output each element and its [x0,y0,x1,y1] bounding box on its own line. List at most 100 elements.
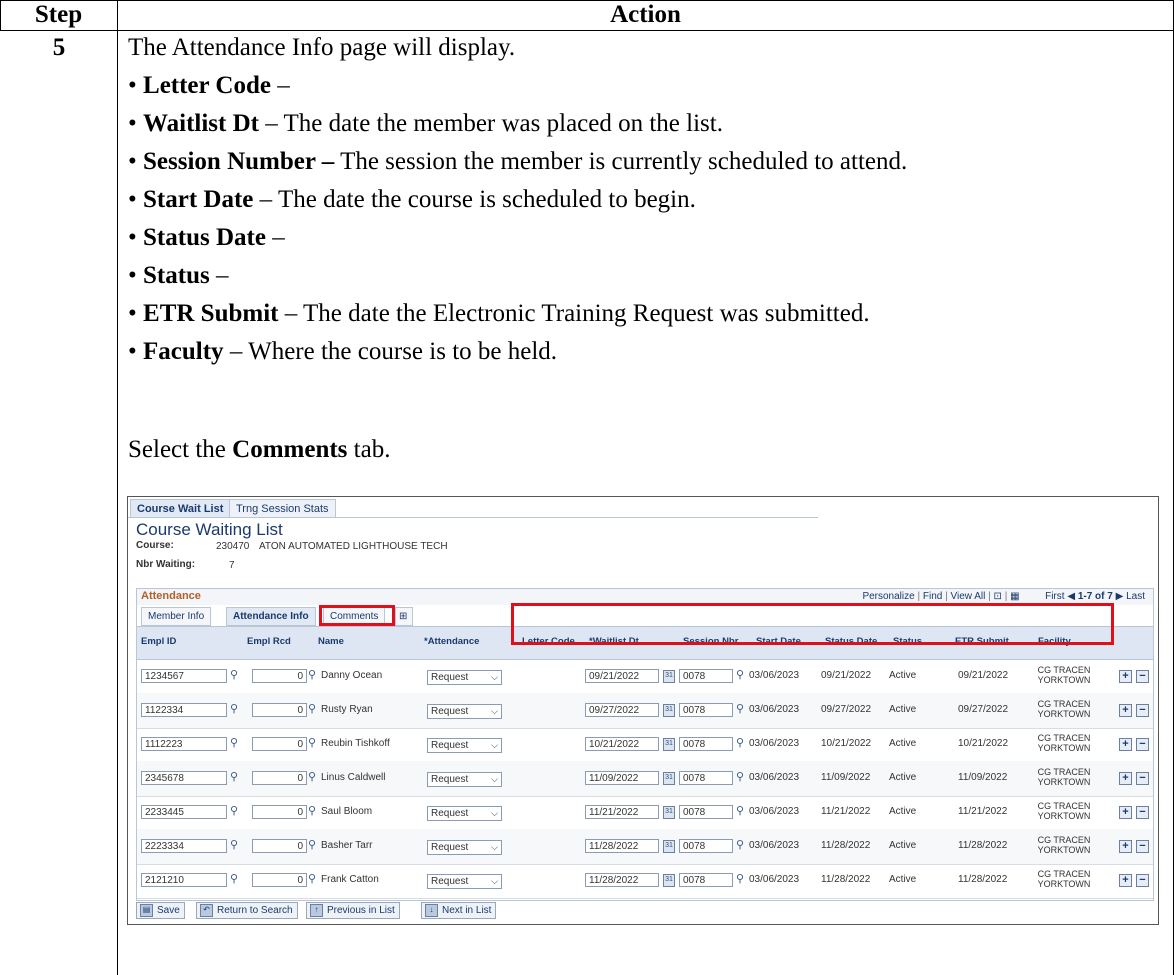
add-row-icon[interactable]: + [1119,738,1132,751]
calendar-icon[interactable]: 31 [663,670,675,683]
attendance-select[interactable]: Request ⌵ [427,704,502,719]
empl-id-field[interactable]: 2121210 [141,873,227,887]
tab-attendance-info[interactable]: Attendance Info [226,607,316,626]
delete-row-icon[interactable]: − [1136,840,1149,853]
session-nbr-field[interactable]: 0078 [679,703,733,717]
session-nbr-field[interactable]: 0078 [679,669,733,683]
empl-rcd-field[interactable]: 0 [252,737,307,751]
search-icon[interactable]: ⚲ [230,668,238,681]
waitlist-date-field[interactable]: 11/09/2022 [585,771,659,785]
add-row-icon[interactable]: + [1119,840,1132,853]
column-header: Empl ID [141,636,177,647]
tab-member-info[interactable]: Member Info [141,607,212,626]
empl-rcd-field[interactable]: 0 [252,873,307,887]
waitlist-date-field[interactable]: 11/21/2022 [585,805,659,819]
personalize-link[interactable]: Personalize [862,591,914,602]
add-row-icon[interactable]: + [1119,874,1132,887]
add-row-icon[interactable]: + [1119,806,1132,819]
add-row-icon[interactable]: + [1119,772,1132,785]
search-icon[interactable]: ⚲ [230,872,238,885]
attendance-select[interactable]: Request ⌵ [427,806,502,821]
delete-row-icon[interactable]: − [1136,670,1149,683]
zoom-icon[interactable]: ⊡ [994,591,1002,602]
start-date-text: 03/06/2023 [749,806,800,817]
calendar-icon[interactable]: 31 [663,874,675,887]
waitlist-date-field[interactable]: 11/28/2022 [585,839,659,853]
tab-course-wait-list[interactable]: Course Wait List [130,499,231,518]
empl-rcd-field[interactable]: 0 [252,669,307,683]
empl-id-field[interactable]: 2233445 [141,805,227,819]
attendance-select[interactable]: Request ⌵ [427,772,502,787]
calendar-icon[interactable]: 31 [663,772,675,785]
search-icon[interactable]: ⚲ [230,838,238,851]
save-button[interactable]: ▤ Save [136,902,185,919]
find-link[interactable]: Find [923,591,942,602]
search-icon[interactable]: ⚲ [736,668,744,681]
name-text: Reubin Tishkoff [321,738,390,749]
start-date-text: 03/06/2023 [749,738,800,749]
delete-row-icon[interactable]: − [1136,806,1149,819]
search-icon[interactable]: ⚲ [308,702,316,715]
view-all-link[interactable]: View All [951,591,986,602]
empl-id-field[interactable]: 2223334 [141,839,227,853]
empl-id-field[interactable]: 1112223 [141,737,227,751]
search-icon[interactable]: ⚲ [230,736,238,749]
search-icon[interactable]: ⚲ [230,804,238,817]
search-icon[interactable]: ⚲ [230,702,238,715]
next-in-list-button[interactable]: ↓ Next in List [421,902,497,919]
search-icon[interactable]: ⚲ [308,668,316,681]
calendar-icon[interactable]: 31 [663,840,675,853]
search-icon[interactable]: ⚲ [308,838,316,851]
attendance-select[interactable]: Request ⌵ [427,840,502,855]
session-nbr-field[interactable]: 0078 [679,873,733,887]
empl-rcd-field[interactable]: 0 [252,839,307,853]
delete-row-icon[interactable]: − [1136,738,1149,751]
facility-text: CG TRACEN YORKTOWN [1037,835,1091,855]
waitlist-date-field[interactable]: 10/21/2022 [585,737,659,751]
calendar-icon[interactable]: 31 [663,704,675,717]
search-icon[interactable]: ⚲ [230,770,238,783]
session-nbr-field[interactable]: 0078 [679,737,733,751]
delete-row-icon[interactable]: − [1136,704,1149,717]
add-row-icon[interactable]: + [1119,670,1132,683]
attendance-select[interactable]: Request ⌵ [427,738,502,753]
empl-rcd-field[interactable]: 0 [252,703,307,717]
session-nbr-field[interactable]: 0078 [679,805,733,819]
search-icon[interactable]: ⚲ [308,804,316,817]
waitlist-date-field[interactable]: 09/27/2022 [585,703,659,717]
search-icon[interactable]: ⚲ [736,736,744,749]
previous-arrow-icon[interactable]: ◀ [1067,591,1075,602]
session-nbr-field[interactable]: 0078 [679,771,733,785]
etr-submit-text: 11/09/2022 [958,772,1008,783]
return-to-search-button[interactable]: ↶ Return to Search [196,902,298,919]
search-icon[interactable]: ⚲ [736,770,744,783]
next-arrow-icon[interactable]: ▶ [1116,591,1124,602]
download-icon[interactable]: ▦ [1010,591,1019,602]
delete-row-icon[interactable]: − [1136,772,1149,785]
session-nbr-field[interactable]: 0078 [679,839,733,853]
search-icon[interactable]: ⚲ [736,702,744,715]
attendance-select[interactable]: Request ⌵ [427,670,502,685]
waitlist-date-field[interactable]: 11/28/2022 [585,873,659,887]
search-icon[interactable]: ⚲ [308,736,316,749]
add-row-icon[interactable]: + [1119,704,1132,717]
previous-in-list-button[interactable]: ↑ Previous in List [306,902,400,919]
show-all-columns-icon[interactable]: ⊞ [395,607,413,626]
tab-trng-session-stats[interactable]: Trng Session Stats [229,499,336,518]
calendar-icon[interactable]: 31 [663,738,675,751]
empl-rcd-field[interactable]: 0 [252,771,307,785]
status-text: Active [889,670,917,681]
search-icon[interactable]: ⚲ [308,872,316,885]
attendance-select[interactable]: Request ⌵ [427,874,502,889]
search-icon[interactable]: ⚲ [736,838,744,851]
empl-id-field[interactable]: 2345678 [141,771,227,785]
search-icon[interactable]: ⚲ [736,804,744,817]
search-icon[interactable]: ⚲ [308,770,316,783]
empl-id-field[interactable]: 1234567 [141,669,227,683]
empl-id-field[interactable]: 1122334 [141,703,227,717]
waitlist-date-field[interactable]: 09/21/2022 [585,669,659,683]
calendar-icon[interactable]: 31 [663,806,675,819]
search-icon[interactable]: ⚲ [736,872,744,885]
empl-rcd-field[interactable]: 0 [252,805,307,819]
delete-row-icon[interactable]: − [1136,874,1149,887]
